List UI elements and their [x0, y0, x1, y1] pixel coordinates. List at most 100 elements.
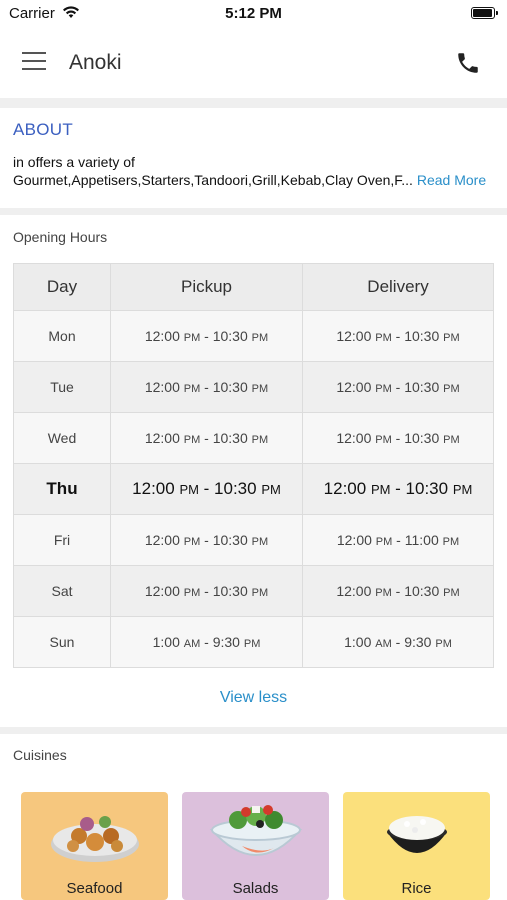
- hours-row-thu: Thu 12:00 PM - 10:30 PM 12:00 PM - 10:30 P…: [13, 463, 494, 515]
- status-bar: Carrier 5:12 PM: [0, 0, 507, 28]
- time-part: PM: [251, 332, 269, 344]
- cuisine-label: Rice: [401, 880, 432, 897]
- column-header-day: Day: [13, 263, 111, 311]
- day-cell: Thu: [13, 463, 111, 515]
- salad-bowl-icon: [209, 805, 303, 856]
- time-part: 12:00: [336, 532, 372, 548]
- day-cell: Wed: [13, 412, 111, 464]
- time-part: PM: [442, 536, 460, 548]
- time-part: 12:00: [323, 479, 367, 498]
- time-part: 10:30: [404, 583, 440, 599]
- delivery-cell: 12:00 PM - 10:30 PM: [302, 565, 494, 617]
- restaurant-title: Anoki: [69, 51, 122, 74]
- cuisine-card-rice[interactable]: Rice: [343, 792, 490, 900]
- about-description: in offers a variety of Gourmet,Appetiser…: [13, 153, 495, 189]
- cuisine-label: Seafood: [66, 880, 123, 897]
- about-line-2: Gourmet,Appetisers,Starters,Tandoori,Gri…: [13, 171, 495, 189]
- time-part: PM: [375, 587, 392, 599]
- table-header-row: Day Pickup Delivery: [13, 263, 494, 311]
- time-part: 10:30: [212, 583, 248, 599]
- opening-hours-heading: Opening Hours: [13, 229, 108, 245]
- app-header: Anoki: [0, 28, 507, 98]
- hours-row-fri: Fri 12:00 PM - 10:30 PM 12:00 PM - 11:00 P…: [13, 514, 494, 566]
- about-cuisines-text: Gourmet,Appetisers,Starters,Tandoori,Gri…: [13, 172, 413, 188]
- pickup-cell: 1:00 AM - 9:30 PM: [110, 616, 303, 668]
- status-time: 5:12 PM: [225, 5, 282, 22]
- day-cell: Fri: [13, 514, 111, 566]
- time-part: 10:30: [404, 430, 440, 446]
- rice-bowl-icon: [387, 816, 447, 853]
- pickup-cell: 12:00 PM - 10:30 PM: [110, 463, 303, 515]
- cuisine-card-seafood[interactable]: Seafood: [21, 792, 168, 900]
- time-part: PM: [183, 434, 201, 446]
- time-part: PM: [443, 383, 460, 395]
- battery-icon: [471, 7, 498, 19]
- time-part: 9:30: [212, 634, 240, 650]
- time-part: AM: [183, 638, 201, 650]
- delivery-cell: 12:00 PM - 10:30 PM: [302, 310, 494, 362]
- about-line-1: in offers a variety of: [13, 154, 135, 170]
- time-part: PM: [183, 587, 201, 599]
- time-part: 12:00: [336, 430, 372, 446]
- time-part: 9:30: [404, 634, 432, 650]
- seafood-bowl-icon: [51, 816, 139, 862]
- pickup-cell: 12:00 PM - 10:30 PM: [110, 565, 303, 617]
- time-part: 12:00: [144, 583, 180, 599]
- pickup-cell: 12:00 PM - 10:30 PM: [110, 361, 303, 413]
- read-more-link[interactable]: Read More: [417, 172, 486, 188]
- time-part: PM: [375, 332, 392, 344]
- delivery-cell: 12:00 PM - 10:30 PM: [302, 463, 494, 515]
- day-cell: Sat: [13, 565, 111, 617]
- time-part: PM: [251, 434, 269, 446]
- time-part: PM: [443, 332, 460, 344]
- opening-hours-table: Day Pickup Delivery Mon 12:00 PM - 10:30 …: [13, 263, 494, 668]
- time-part: 12:00: [132, 479, 175, 498]
- time-part: PM: [183, 383, 201, 395]
- time-part: PM: [251, 587, 269, 599]
- time-part: PM: [183, 536, 201, 548]
- time-part: 10:30: [404, 379, 440, 395]
- pickup-cell: 12:00 PM - 10:30 PM: [110, 412, 303, 464]
- phone-icon[interactable]: [455, 50, 481, 76]
- cuisine-card-salads[interactable]: Salads: [182, 792, 329, 900]
- time-part: 10:30: [212, 328, 248, 344]
- time-part: PM: [179, 482, 199, 497]
- day-cell: Mon: [13, 310, 111, 362]
- column-header-delivery: Delivery: [302, 263, 494, 311]
- view-less-link[interactable]: View less: [0, 689, 507, 707]
- time-part: 12:00: [336, 328, 372, 344]
- section-divider: [0, 98, 507, 108]
- time-part: 10:30: [405, 479, 449, 498]
- time-part: PM: [251, 536, 269, 548]
- delivery-cell: 12:00 PM - 10:30 PM: [302, 361, 494, 413]
- time-part: 10:30: [404, 328, 440, 344]
- time-part: 12:00: [336, 379, 372, 395]
- time-part: PM: [251, 383, 269, 395]
- time-part: PM: [435, 638, 452, 650]
- time-part: AM: [375, 638, 392, 650]
- hours-row-tue: Tue 12:00 PM - 10:30 PM 12:00 PM - 10:30 P…: [13, 361, 494, 413]
- hamburger-icon[interactable]: [22, 52, 48, 72]
- time-part: PM: [443, 587, 460, 599]
- time-part: 12:00: [144, 532, 180, 548]
- pickup-cell: 12:00 PM - 10:30 PM: [110, 310, 303, 362]
- day-cell: Sun: [13, 616, 111, 668]
- delivery-cell: 12:00 PM - 11:00 PM: [302, 514, 494, 566]
- column-header-pickup: Pickup: [110, 263, 303, 311]
- cuisines-heading: Cuisines: [13, 747, 67, 763]
- time-part: 12:00: [144, 430, 180, 446]
- time-part: 10:30: [212, 379, 248, 395]
- day-cell: Tue: [13, 361, 111, 413]
- cuisine-label: Salads: [232, 880, 279, 897]
- time-part: 10:30: [214, 479, 257, 498]
- time-part: 1:00: [152, 634, 180, 650]
- time-part: 11:00: [404, 532, 439, 548]
- time-part: PM: [452, 482, 473, 497]
- delivery-cell: 1:00 AM - 9:30 PM: [302, 616, 494, 668]
- time-part: PM: [243, 638, 261, 650]
- about-heading: ABOUT: [13, 120, 74, 139]
- time-part: 12:00: [336, 583, 372, 599]
- hours-row-sun: Sun 1:00 AM - 9:30 PM 1:00 AM - 9:30 PM: [13, 616, 494, 668]
- time-part: PM: [443, 434, 460, 446]
- time-part: PM: [375, 536, 393, 548]
